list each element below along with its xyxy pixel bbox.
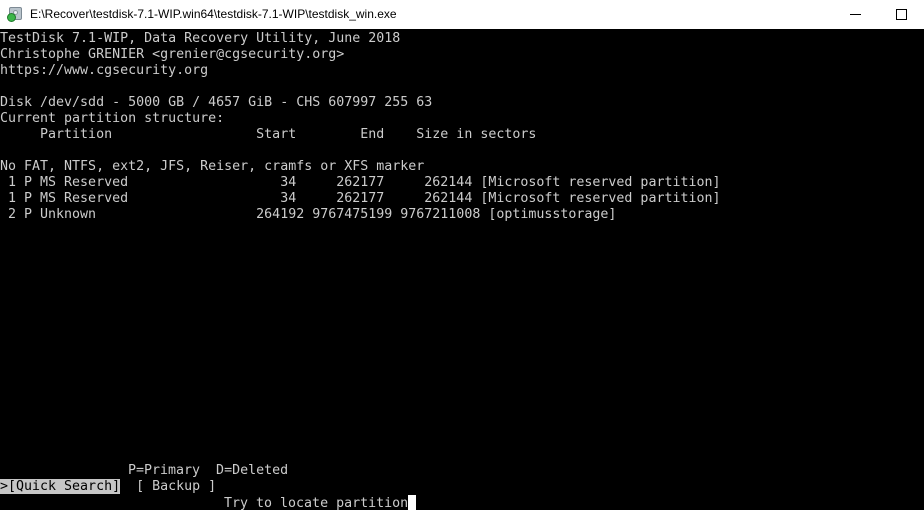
- table-row[interactable]: 1 P MS Reserved 34 262177 262144 [Micros…: [0, 191, 721, 207]
- testdisk-window: E:\Recover\testdisk-7.1-WIP.win64\testdi…: [0, 0, 924, 510]
- app-banner-line: TestDisk 7.1-WIP, Data Recovery Utility,…: [0, 31, 401, 46]
- window-controls: [832, 0, 924, 28]
- partition-structure-label: Current partition structure:: [0, 111, 225, 126]
- text-cursor: [408, 495, 417, 510]
- no-marker-warning: No FAT, NTFS, ext2, JFS, Reiser, cramfs …: [0, 159, 425, 174]
- partition-table-header: Partition Start End Size in sectors: [0, 127, 537, 142]
- table-row[interactable]: 2 P Unknown 264192 9767475199 9767211008…: [0, 207, 616, 223]
- status-hint-text: Try to locate partition: [224, 496, 409, 510]
- menu-item-backup[interactable]: [ Backup ]: [136, 479, 216, 494]
- legend-line: P=Primary D=Deleted: [128, 463, 289, 478]
- maximize-button[interactable]: [878, 0, 924, 28]
- testdisk-disk-icon: [7, 6, 23, 22]
- website-line: https://www.cgsecurity.org: [0, 63, 209, 78]
- menu-item-quick-search[interactable]: >[Quick Search]: [0, 479, 121, 494]
- minimize-button[interactable]: [832, 0, 878, 28]
- terminal-console[interactable]: TestDisk 7.1-WIP, Data Recovery Utility,…: [0, 29, 924, 510]
- status-hint: Try to locate partition: [224, 495, 417, 510]
- console-screen: TestDisk 7.1-WIP, Data Recovery Utility,…: [0, 29, 924, 510]
- minimize-icon: [849, 13, 861, 15]
- maximize-icon: [895, 8, 907, 20]
- disk-info-line: Disk /dev/sdd - 5000 GB / 4657 GiB - CHS…: [0, 95, 433, 110]
- title-bar: E:\Recover\testdisk-7.1-WIP.win64\testdi…: [0, 0, 924, 29]
- window-title: E:\Recover\testdisk-7.1-WIP.win64\testdi…: [30, 7, 397, 21]
- menu-bar: >[Quick Search] [ Backup ]: [0, 479, 216, 495]
- menu-gap: [120, 479, 136, 494]
- author-line: Christophe GRENIER <grenier@cgsecurity.o…: [0, 47, 345, 62]
- table-row[interactable]: 1 P MS Reserved 34 262177 262144 [Micros…: [0, 175, 721, 191]
